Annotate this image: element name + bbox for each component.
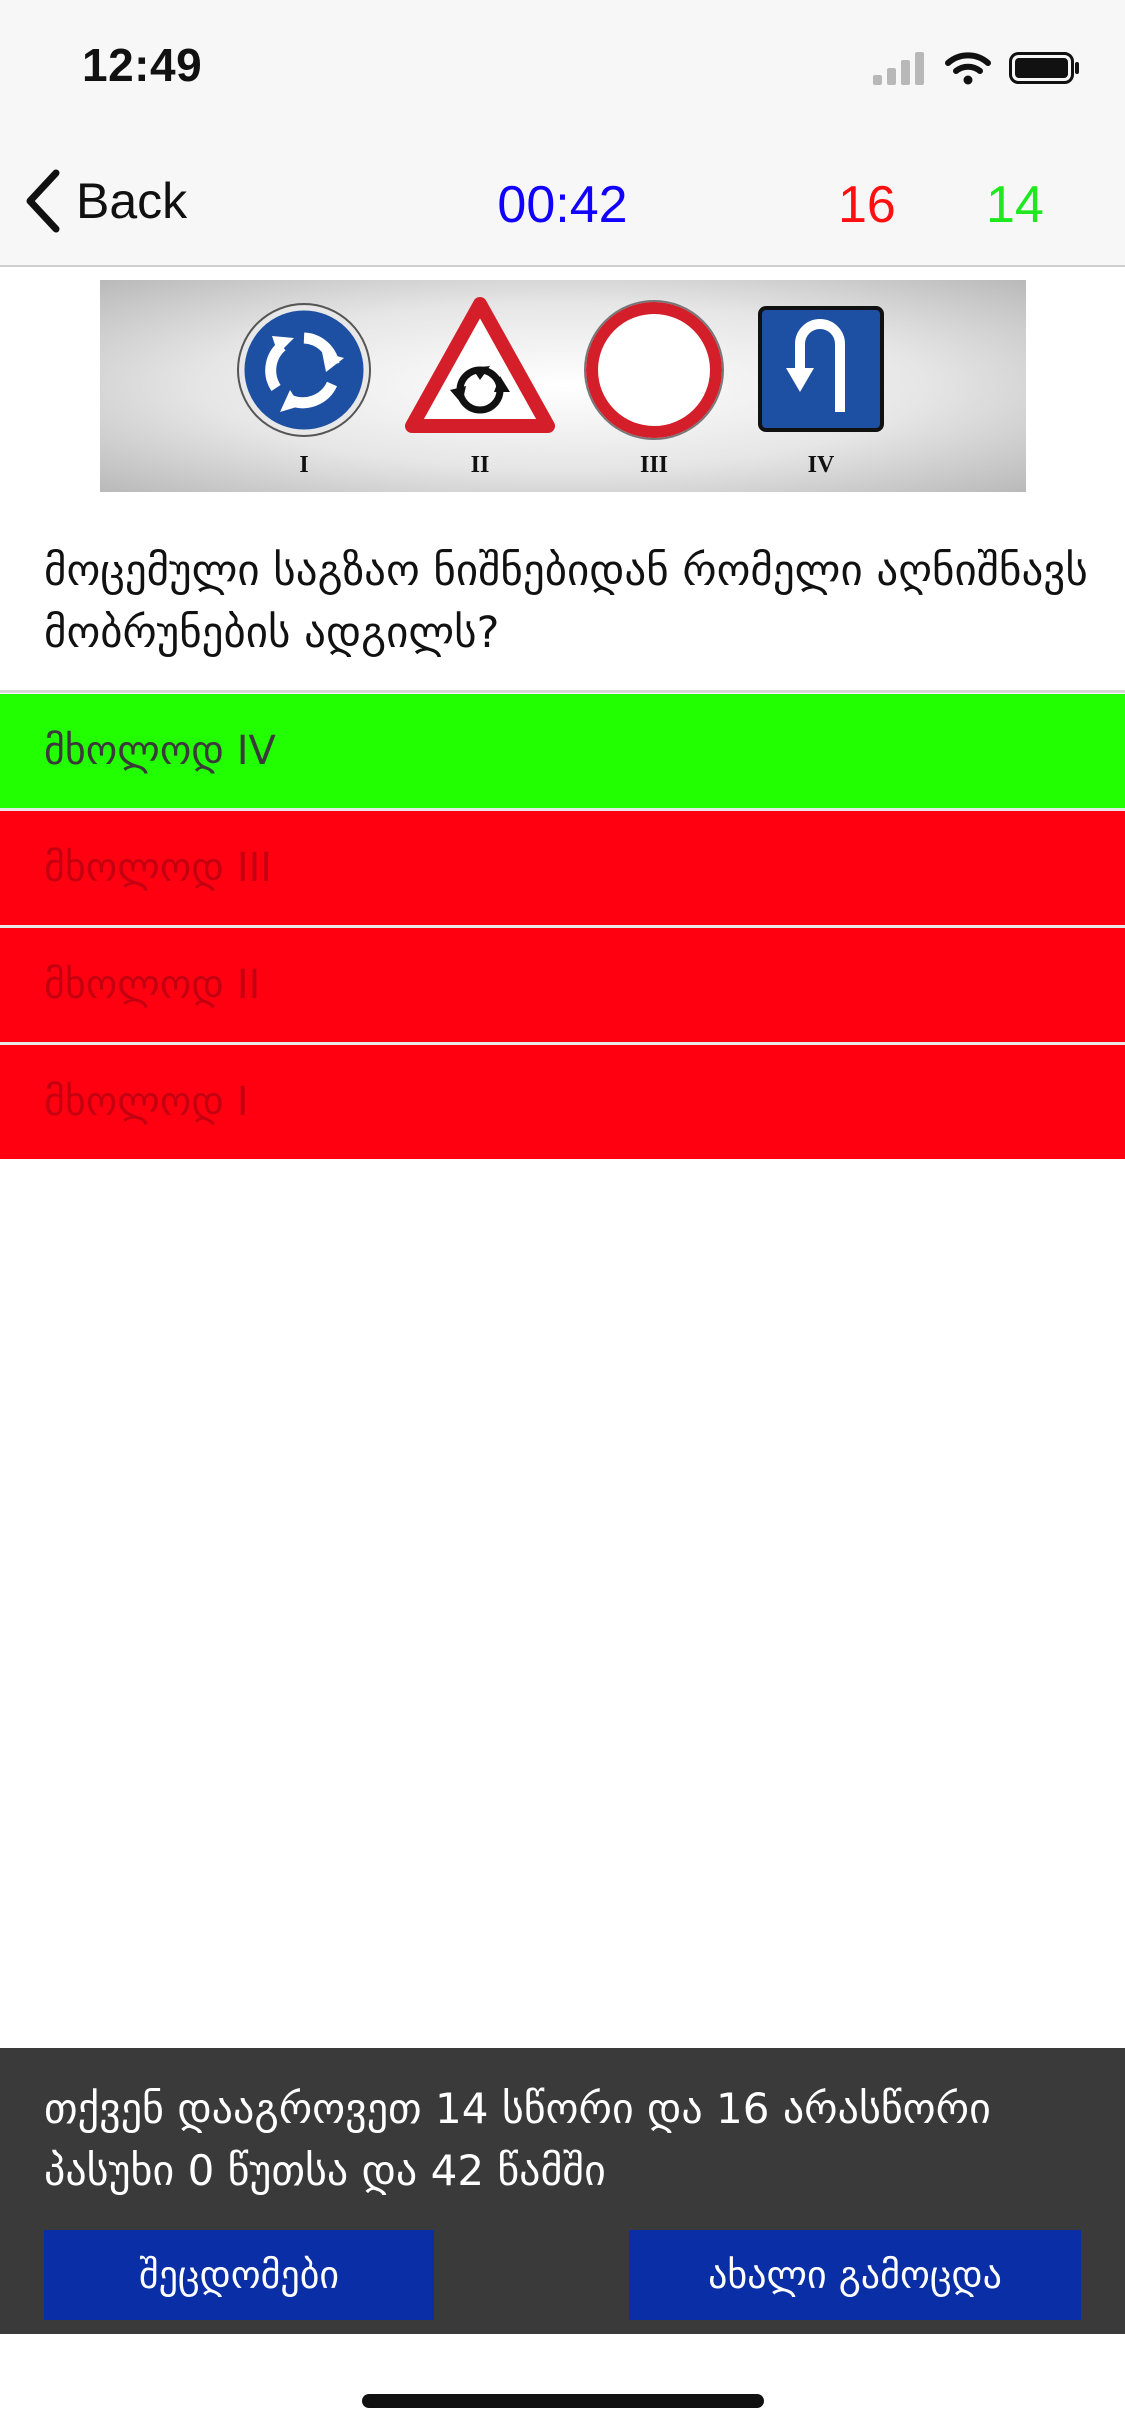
result-summary: თქვენ დააგროვეთ 14 სწორი და 16 არასწორი … (44, 2084, 991, 2195)
roundabout-mandatory-sign (237, 303, 371, 437)
roundabout-warning-sign (405, 297, 555, 433)
status-icons (873, 48, 1081, 88)
status-time: 12:49 (82, 39, 203, 91)
question-image: I II III IV (100, 280, 1026, 492)
sign-label-3: III (640, 452, 668, 478)
question-text: მოცემული საგზაო ნიშნებიდან რომელი აღნიშნ… (44, 546, 1088, 658)
sign-label-1: I (299, 452, 308, 478)
correct-answers-count: 14 (986, 176, 1044, 234)
wifi-icon (945, 52, 991, 85)
sign-label-2: II (471, 452, 490, 478)
result-panel: თქვენ დააგროვეთ 14 სწორი და 16 არასწორი … (0, 2048, 1125, 2334)
answer-option-3[interactable]: მხოლოდ II (0, 928, 1125, 1042)
status-bar: 12:49 (0, 0, 1125, 135)
answer-option-2[interactable]: მხოლოდ III (0, 811, 1125, 925)
exam-timer: 00:42 (497, 176, 628, 234)
divider (0, 690, 1125, 693)
new-exam-button[interactable]: ახალი გამოცდა (629, 2230, 1081, 2320)
sign-label-4: IV (808, 452, 835, 478)
navigation-bar: Back 00:42 16 14 (0, 135, 1125, 267)
home-indicator[interactable] (362, 2394, 764, 2408)
answer-option-4[interactable]: მხოლოდ I (0, 1045, 1125, 1159)
answer-option-1[interactable]: მხოლოდ IV (0, 694, 1125, 808)
u-turn-place-sign (758, 306, 884, 432)
mistakes-button[interactable]: შეცდომები (44, 2230, 434, 2320)
battery-icon (1009, 52, 1079, 84)
cellular-signal-icon (873, 52, 924, 85)
no-vehicles-sign (584, 300, 724, 440)
wrong-answers-count: 16 (838, 176, 896, 234)
